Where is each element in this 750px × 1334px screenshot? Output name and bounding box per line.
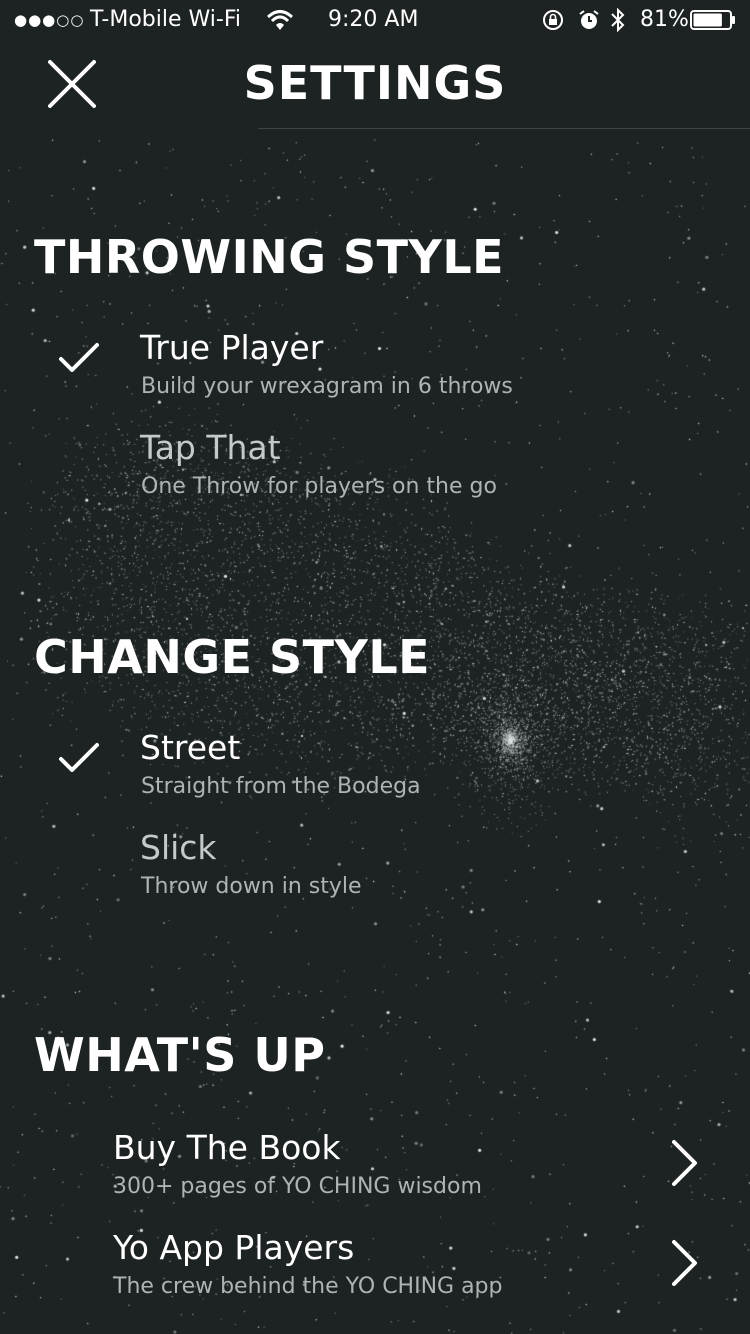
link-yo-app-players[interactable]: Yo App Players The crew behind the YO CH… — [0, 1228, 750, 1324]
link-subtitle: 300+ pages of YO CHING wisdom — [113, 1174, 482, 1199]
option-subtitle: Throw down in style — [141, 874, 362, 899]
status-bar: ●●●○○ T-Mobile Wi-Fi 9:20 AM 81% — [0, 0, 750, 40]
battery-icon — [690, 10, 735, 30]
section-title-whats-up: WHAT'S UP — [34, 1028, 326, 1082]
bluetooth-icon — [611, 7, 625, 33]
link-title: Yo App Players — [113, 1228, 355, 1267]
checkmark-icon — [59, 743, 99, 772]
carrier-name: T-Mobile Wi-Fi — [90, 7, 242, 32]
option-subtitle: Straight from the Bodega — [141, 774, 421, 799]
checkmark-icon — [59, 343, 99, 372]
option-tap-that[interactable]: Tap That One Throw for players on the go — [0, 428, 750, 524]
rotation-lock-icon — [543, 10, 563, 30]
option-title: Street — [140, 728, 241, 767]
option-true-player[interactable]: True Player Build your wrexagram in 6 th… — [0, 328, 750, 424]
link-title: Buy The Book — [113, 1128, 341, 1167]
chevron-right-icon — [672, 1140, 697, 1186]
cell-signal: ●●●○○ — [14, 11, 85, 29]
wifi-icon — [266, 10, 294, 30]
page-title: SETTINGS — [243, 56, 507, 110]
section-title-change-style: CHANGE STYLE — [34, 630, 431, 684]
link-buy-the-book[interactable]: Buy The Book 300+ pages of YO CHING wisd… — [0, 1128, 750, 1224]
option-street[interactable]: Street Straight from the Bodega — [0, 728, 750, 824]
battery-percent: 81% — [640, 7, 689, 32]
option-slick[interactable]: Slick Throw down in style — [0, 828, 750, 924]
alarm-icon — [579, 10, 599, 29]
link-subtitle: The crew behind the YO CHING app — [113, 1274, 503, 1299]
section-title-throwing-style: THROWING STYLE — [34, 230, 505, 284]
option-title: Tap That — [140, 428, 281, 467]
option-subtitle: Build your wrexagram in 6 throws — [141, 374, 513, 399]
option-title: Slick — [140, 828, 217, 867]
chevron-right-icon — [672, 1240, 697, 1286]
option-subtitle: One Throw for players on the go — [141, 474, 497, 499]
header-divider — [258, 128, 750, 129]
option-title: True Player — [140, 328, 324, 367]
clock: 9:20 AM — [328, 7, 419, 32]
